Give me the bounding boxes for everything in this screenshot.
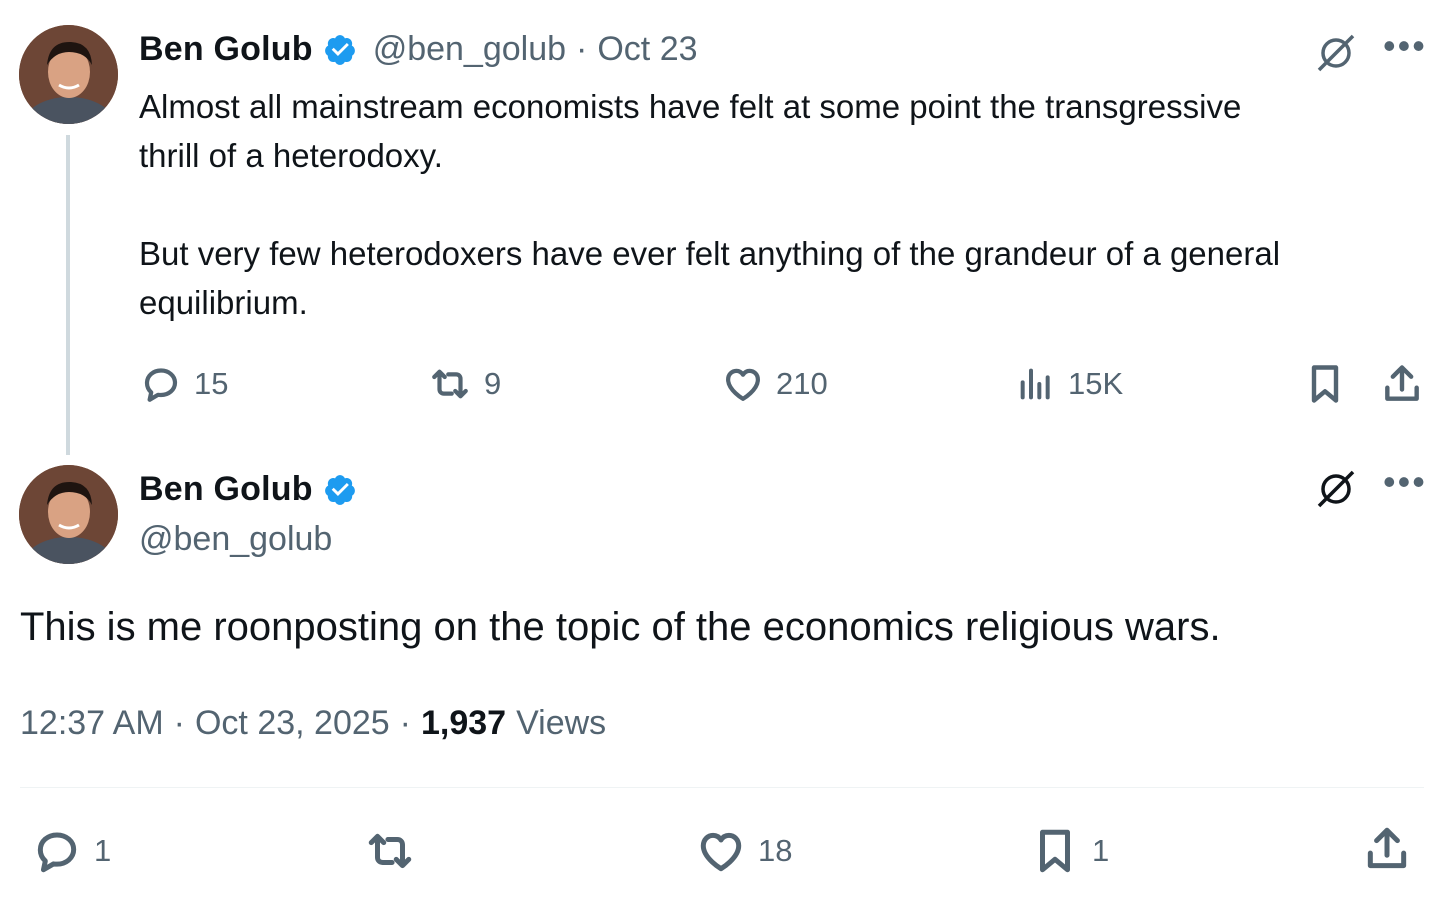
views-button[interactable]: 15K: [1016, 363, 1123, 405]
grok-icon[interactable]: [1313, 30, 1359, 76]
author-handle[interactable]: @ben_golub: [373, 30, 566, 69]
tweet-date[interactable]: Oct 23, 2025: [195, 704, 390, 743]
repost-icon[interactable]: [362, 826, 418, 876]
tweet1-header: Ben Golub @ben_golub · Oct 23: [139, 30, 698, 69]
views-label: Views: [516, 704, 607, 742]
separator: ·: [399, 704, 411, 742]
avatar[interactable]: [19, 465, 118, 564]
reply-count: 1: [94, 833, 112, 868]
reply-button[interactable]: 1: [32, 826, 111, 876]
separator: ·: [576, 30, 588, 68]
tweet-time[interactable]: 12:37 AM: [20, 704, 164, 743]
tweet2-header: Ben Golub: [139, 470, 357, 509]
verified-icon: [324, 474, 355, 505]
views-icon: [1020, 368, 1050, 400]
reply-icon: [144, 368, 178, 402]
tweet-text: This is me roonposting on the topic of t…: [20, 605, 1221, 649]
views-count: 15K: [1068, 366, 1124, 401]
more-icon[interactable]: •••: [1383, 461, 1427, 503]
author-name[interactable]: Ben Golub: [139, 470, 313, 509]
bookmark-button[interactable]: 1: [1030, 826, 1109, 876]
like-button[interactable]: 210: [722, 363, 828, 405]
repost-button[interactable]: 9: [428, 363, 501, 405]
like-count: 210: [776, 366, 828, 401]
share-icon[interactable]: [1380, 362, 1424, 406]
reply-button[interactable]: 15: [140, 363, 228, 405]
author-name[interactable]: Ben Golub: [139, 30, 313, 69]
avatar[interactable]: [19, 25, 118, 124]
views-count: 1,937: [421, 704, 507, 742]
repost-icon: [432, 369, 468, 399]
like-count: 18: [758, 833, 793, 868]
divider: [20, 787, 1424, 788]
repost-count: 9: [484, 366, 502, 401]
author-handle[interactable]: @ben_golub: [139, 520, 332, 559]
reply-icon: [37, 832, 77, 873]
like-icon: [726, 368, 760, 401]
tweet-date[interactable]: Oct 23: [597, 30, 697, 69]
verified-icon: [324, 34, 355, 65]
bookmark-count: 1: [1092, 833, 1110, 868]
bookmark-icon: [1040, 829, 1070, 873]
grok-icon[interactable]: [1313, 466, 1359, 512]
like-button[interactable]: 18: [696, 826, 792, 876]
share-icon[interactable]: [1362, 824, 1412, 874]
tweet-meta: 12:37 AM · Oct 23, 2025 · 1,937 Views: [20, 704, 606, 743]
reply-count: 15: [194, 366, 229, 401]
thread-line: [66, 135, 70, 455]
more-icon[interactable]: •••: [1383, 25, 1427, 67]
bookmark-icon[interactable]: [1303, 362, 1347, 406]
separator: ·: [173, 704, 185, 742]
like-icon: [700, 832, 742, 872]
tweet-text: Almost all mainstream economists have fe…: [139, 88, 1281, 321]
